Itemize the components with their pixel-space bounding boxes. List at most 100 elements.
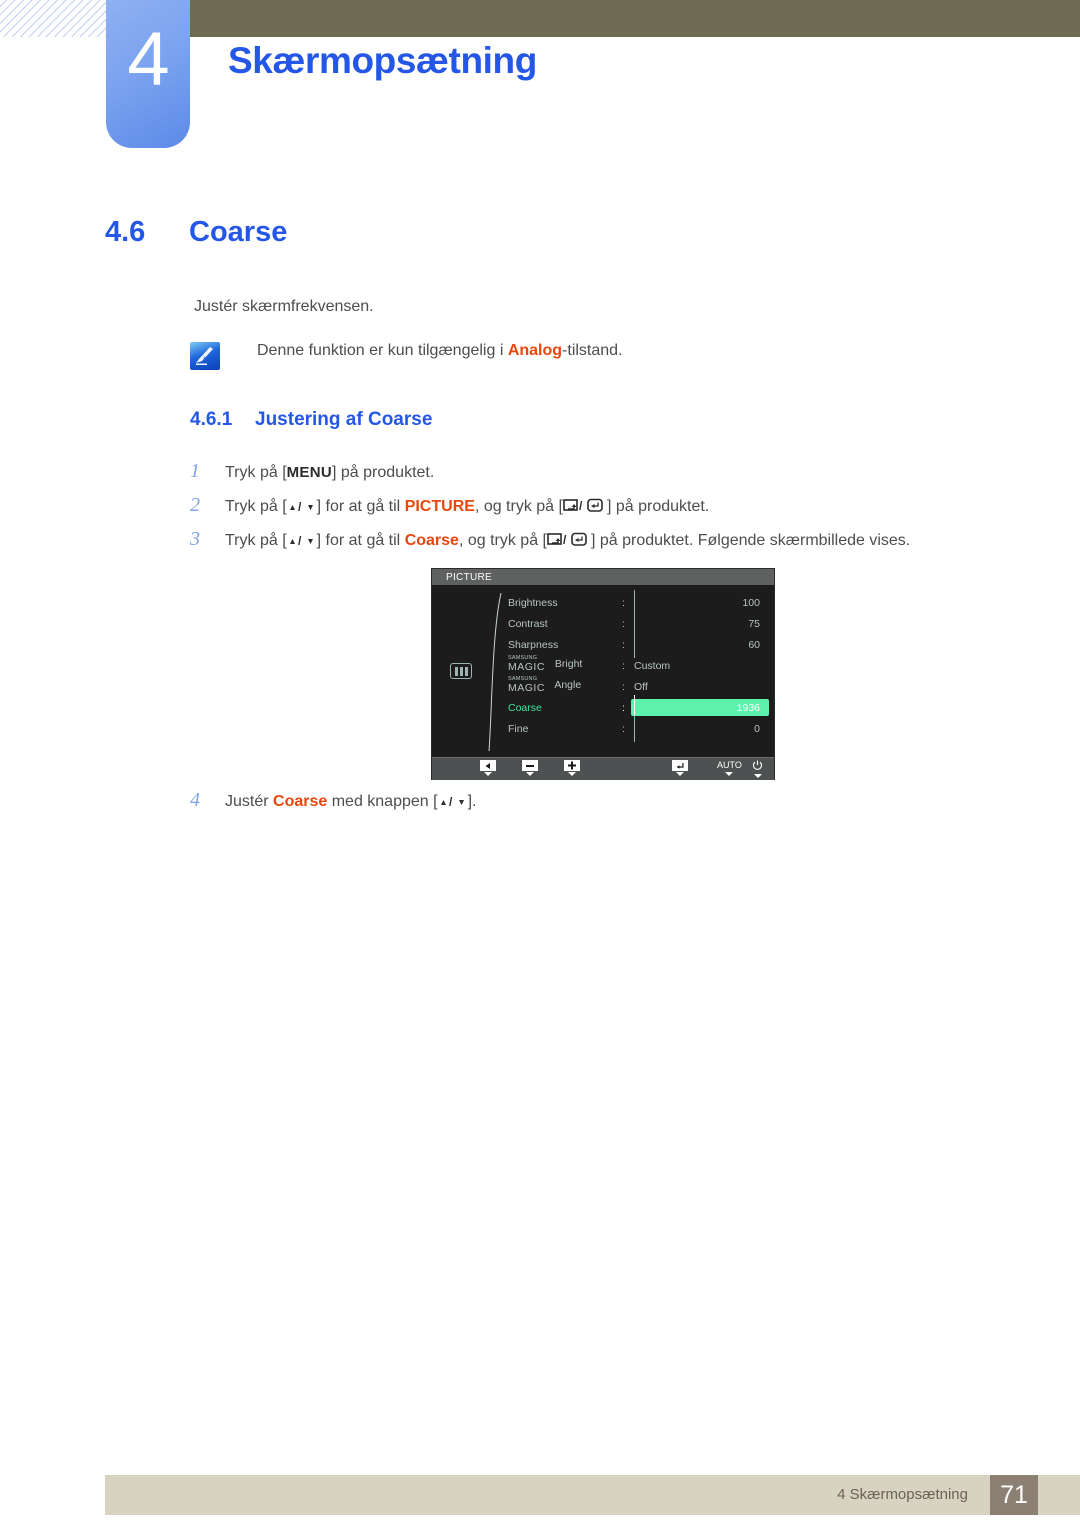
- subsection-heading: 4.6.1 Justering af Coarse: [190, 409, 432, 431]
- osd-row-label: Brightness: [508, 596, 558, 609]
- page-footer-bar: 4 Skærmopsætning 71: [105, 1475, 1080, 1515]
- note-pencil-icon: [190, 342, 220, 370]
- step-text-fragment: Tryk på [: [225, 464, 287, 481]
- enter-icon: [672, 760, 688, 771]
- step-text-fragment: ] på produktet.: [332, 464, 435, 481]
- osd-row-sharpness[interactable]: Sharpness: 60: [508, 631, 770, 658]
- down-triangle-icon: [725, 772, 734, 776]
- menu-name-highlight: PICTURE: [404, 498, 475, 515]
- menu-name-highlight: Coarse: [273, 793, 328, 810]
- section-intro-text: Justér skærmfrekvensen.: [194, 298, 374, 315]
- down-triangle-icon: [526, 772, 534, 776]
- subsection-title: Justering af Coarse: [255, 409, 433, 430]
- samsung-magic-logo: SAMSUNG MAGIC: [508, 676, 552, 694]
- osd-bracket-curve: [488, 593, 502, 751]
- osd-row-label: Sharpness: [508, 638, 559, 651]
- osd-value-group: 60: [634, 631, 766, 658]
- osd-row-label: Contrast: [508, 617, 548, 630]
- step-text-fragment: Justér: [225, 793, 274, 810]
- osd-auto-button[interactable]: AUTO: [717, 760, 742, 776]
- footer-chapter-label: 4 Skærmopsætning: [837, 1486, 968, 1503]
- step-2-number: 2: [190, 494, 200, 516]
- step-text-fragment: ] på produktet. Følgende skærmbillede vi…: [590, 532, 911, 549]
- osd-row-label: SAMSUNG MAGIC Bright: [508, 654, 622, 673]
- osd-row-brightness[interactable]: Brightness: 100: [508, 589, 770, 616]
- osd-colon: :: [622, 617, 625, 630]
- osd-row-coarse[interactable]: Coarse:1936: [508, 694, 770, 721]
- section-heading: 4.6 Coarse: [105, 216, 287, 249]
- step-text-fragment: Tryk på [: [225, 498, 287, 515]
- up-down-arrow-icon: /: [438, 795, 468, 813]
- chapter-number: 4: [127, 17, 169, 102]
- osd-plus-button[interactable]: [564, 760, 580, 776]
- osd-row-label: Fine: [508, 722, 529, 735]
- osd-power-button[interactable]: [752, 760, 763, 778]
- osd-body: Brightness: 100 Contrast: 75 Sharpness: 60 SAM…: [432, 585, 774, 757]
- osd-row-name: Bright: [552, 657, 583, 670]
- osd-colon: :: [622, 680, 625, 693]
- step-1-text: Tryk på [MENU] på produktet.: [225, 464, 434, 482]
- svg-text:/: /: [298, 500, 302, 513]
- header-olive-bar: [190, 0, 1080, 37]
- left-arrow-icon: [480, 760, 496, 771]
- osd-value-group: 0: [634, 715, 766, 742]
- osd-row-fine[interactable]: Fine: 0: [508, 715, 770, 742]
- step-2-text: Tryk på [ / ] for at gå til PICTURE, og tr…: [225, 498, 709, 518]
- chapter-title: Skærmopsætning: [228, 40, 537, 81]
- osd-row-angle[interactable]: SAMSUNG MAGIC Angle: Off: [508, 676, 770, 697]
- samsung-wordmark: SAMSUNG: [508, 654, 538, 661]
- osd-row-label: SAMSUNG MAGIC Angle: [508, 676, 622, 694]
- step-3-number: 3: [190, 528, 200, 550]
- osd-back-button[interactable]: [480, 760, 496, 776]
- step-4-text: Justér Coarse med knappen [/].: [225, 793, 476, 813]
- osd-menu-screenshot: PICTURE Brightness:100 Contrast:75 Sharpne…: [431, 568, 775, 780]
- step-text-fragment: , og tryk på [: [458, 532, 547, 549]
- osd-row-contrast[interactable]: Contrast: 75: [508, 610, 770, 637]
- plus-icon: [564, 760, 580, 771]
- step-text-fragment: ] for at gå til: [316, 498, 405, 515]
- auto-label: AUTO: [717, 760, 742, 770]
- osd-value: Custom: [634, 659, 671, 672]
- down-triangle-icon: [568, 772, 576, 776]
- osd-rows: Brightness: 100 Contrast: 75 Sharpness: 60 SAM…: [508, 589, 770, 742]
- osd-colon: :: [622, 722, 625, 735]
- svg-text:/: /: [563, 533, 567, 547]
- step-text-fragment: ].: [467, 793, 477, 810]
- osd-colon: :: [622, 638, 625, 651]
- osd-value: 75: [748, 617, 760, 630]
- source-enter-key-icon: /: [563, 498, 607, 518]
- note-highlight: Analog: [507, 342, 563, 359]
- osd-row-label: Coarse: [508, 701, 542, 714]
- osd-enter-button[interactable]: [672, 760, 688, 776]
- step-1-number: 1: [190, 460, 200, 482]
- step-text-fragment: ] for at gå til: [316, 532, 405, 549]
- up-down-arrow-icon: /: [287, 534, 317, 552]
- picture-panel-icon: [450, 663, 472, 679]
- osd-minus-button[interactable]: [522, 760, 538, 776]
- up-down-arrow-icon: /: [287, 500, 317, 518]
- page-number: 71: [990, 1475, 1038, 1515]
- osd-colon: :: [622, 659, 625, 672]
- step-text-fragment: ] på produktet.: [606, 498, 710, 515]
- step-text-fragment: Tryk på [: [225, 532, 287, 549]
- osd-slider[interactable]: [634, 631, 724, 658]
- minus-icon: [522, 760, 538, 771]
- osd-selected-highlight: 1936: [631, 694, 769, 721]
- osd-value: Off: [634, 680, 648, 693]
- osd-row-bright[interactable]: SAMSUNG MAGIC Bright: Custom: [508, 655, 770, 676]
- key-label-menu: MENU: [286, 464, 333, 481]
- step-4: 4 Justér Coarse med knappen [/].: [190, 789, 476, 813]
- step-text-fragment: , og tryk på [: [474, 498, 563, 515]
- down-triangle-icon: [484, 772, 492, 776]
- step-text-fragment: med knappen [: [327, 793, 438, 810]
- osd-left-panel: [432, 585, 490, 757]
- chapter-tab: 4: [106, 0, 190, 148]
- note-text: Denne funktion er kun tilgængelig i Anal…: [257, 342, 623, 360]
- menu-name-highlight: Coarse: [404, 532, 459, 549]
- step-3: 3 Tryk på [/] for at gå til Coarse, og t…: [190, 528, 910, 552]
- osd-slider[interactable]: [634, 715, 724, 742]
- step-2: 2 Tryk på [ / ] for at gå til PICTURE, og …: [190, 494, 709, 518]
- down-triangle-icon: [676, 772, 684, 776]
- step-3-text: Tryk på [/] for at gå til Coarse, og try…: [225, 532, 910, 552]
- osd-value: 60: [748, 638, 760, 651]
